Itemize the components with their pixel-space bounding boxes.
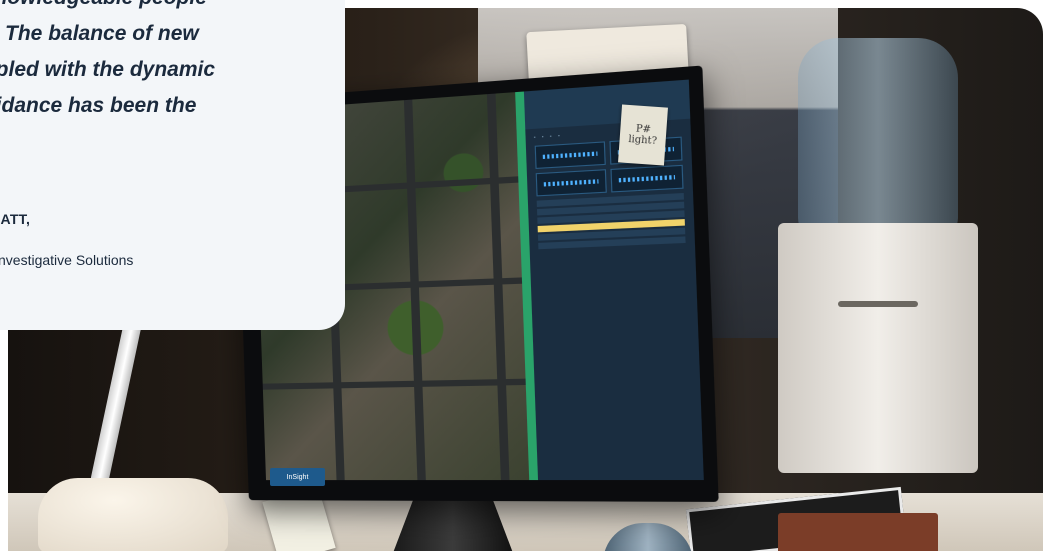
water-bottle bbox=[798, 38, 958, 238]
testimonial-card: t knowledgeable people ce. The balance o… bbox=[0, 0, 345, 330]
water-cooler bbox=[778, 223, 978, 473]
insight-logo: InSight bbox=[270, 468, 325, 486]
audio-waveform bbox=[610, 164, 684, 193]
sticky-note: P# light? bbox=[618, 104, 668, 166]
audio-wave-row bbox=[535, 164, 684, 197]
tab: ▪ bbox=[542, 134, 544, 139]
audio-waveform bbox=[534, 141, 606, 169]
cooler-slot bbox=[838, 301, 918, 307]
tab: ▪ bbox=[558, 133, 560, 138]
tab: ▪ bbox=[533, 135, 536, 140]
incident-panel: ▪ ▪ ▪ ▪ bbox=[523, 79, 704, 481]
desk-lamp bbox=[89, 308, 145, 488]
desk-phone bbox=[38, 478, 228, 551]
audio-waveform bbox=[535, 169, 607, 197]
testimonial-quote: t knowledgeable people ce. The balance o… bbox=[0, 0, 216, 117]
book bbox=[778, 513, 938, 551]
testimonial-author-role: r of Investigative Solutions bbox=[0, 252, 134, 268]
testimonial-author-name: ALGATT, bbox=[0, 211, 31, 227]
tab: ▪ bbox=[550, 134, 552, 139]
